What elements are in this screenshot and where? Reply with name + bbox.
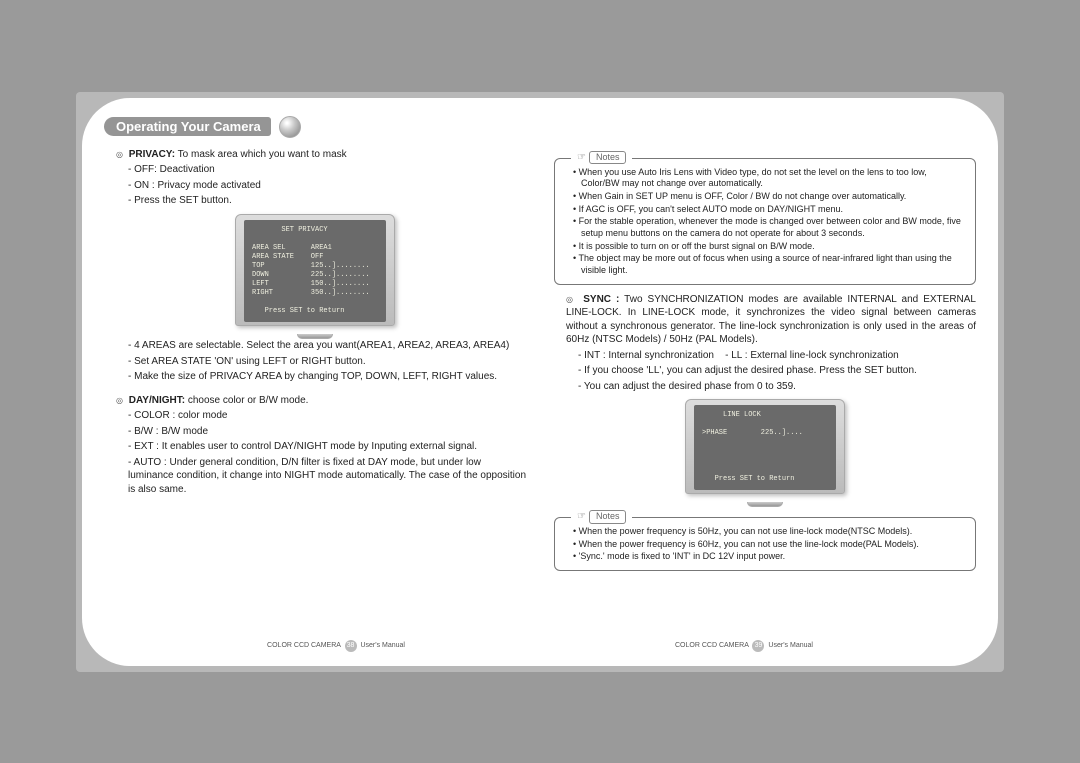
pointing-hand-icon: ☞: [577, 510, 586, 523]
footer-left-a: COLOR CCD CAMERA: [267, 642, 341, 649]
sync-l2: - If you choose 'LL', you can adjust the…: [554, 364, 976, 378]
notes-label-1: Notes: [589, 151, 627, 165]
sphere-icon: [279, 116, 301, 138]
sync-rest: Two SYNCHRONIZATION modes are available …: [566, 294, 976, 346]
notes-tab-2: ☞ Notes: [571, 510, 632, 524]
right-column: ☞ Notes When you use Auto Iris Lens with…: [554, 148, 976, 640]
daynight-l3: - EXT : It enables user to control DAY/N…: [104, 440, 526, 454]
manual-page: Operating Your Camera PRIVACY: To mask a…: [82, 98, 998, 666]
note1-6: The object may be more out of focus when…: [573, 253, 965, 276]
privacy-heading: PRIVACY: To mask area which you want to …: [104, 148, 526, 162]
notes-box-2: ☞ Notes When the power frequency is 50Hz…: [554, 517, 976, 571]
sync-l1a: - INT : Internal synchronization: [578, 350, 714, 361]
privacy-l6: - Make the size of PRIVACY AREA by chang…: [104, 370, 526, 384]
privacy-label: PRIVACY:: [129, 149, 175, 160]
privacy-l3: - Press the SET button.: [104, 194, 526, 208]
pointing-hand-icon: ☞: [577, 151, 586, 164]
footer-right-b: User's Manual: [768, 642, 813, 649]
daynight-label: DAY/NIGHT:: [129, 395, 185, 406]
notes-tab-1: ☞ Notes: [571, 151, 632, 165]
page-number-right: 39: [752, 640, 764, 652]
sync-l3: - You can adjust the desired phase from …: [554, 380, 976, 394]
privacy-rest: To mask area which you want to mask: [175, 149, 347, 160]
privacy-l2: - ON : Privacy mode activated: [104, 179, 526, 193]
footer-right-a: COLOR CCD CAMERA: [675, 642, 749, 649]
page-footer: COLOR CCD CAMERA 38 User's Manual COLOR …: [104, 640, 976, 656]
daynight-l1: - COLOR : color mode: [104, 409, 526, 423]
daynight-rest: choose color or B/W mode.: [185, 395, 308, 406]
footer-left-b: User's Manual: [360, 642, 405, 649]
privacy-l4: - 4 AREAS are selectable. Select the are…: [104, 339, 526, 353]
note1-5: It is possible to turn on or off the bur…: [573, 241, 965, 253]
notes-box-1: ☞ Notes When you use Auto Iris Lens with…: [554, 158, 976, 285]
footer-right: COLOR CCD CAMERA 39 User's Manual: [675, 640, 813, 652]
sync-heading: SYNC : Two SYNCHRONIZATION modes are ava…: [554, 293, 976, 347]
note1-1: When you use Auto Iris Lens with Video t…: [573, 167, 965, 190]
note1-3: If AGC is OFF, you can't select AUTO mod…: [573, 204, 965, 216]
monitor-linelock: LINE LOCK >PHASE 225..].... Press SET to…: [554, 399, 976, 507]
note2-1: When the power frequency is 50Hz, you ca…: [573, 526, 965, 538]
linelock-screen: LINE LOCK >PHASE 225..].... Press SET to…: [694, 405, 836, 490]
privacy-l1: - OFF: Deactivation: [104, 163, 526, 177]
section-title: Operating Your Camera: [104, 117, 271, 136]
note2-2: When the power frequency is 60Hz, you ca…: [573, 539, 965, 551]
outer-frame: Operating Your Camera PRIVACY: To mask a…: [76, 92, 1004, 672]
note1-4: For the stable operation, whenever the m…: [573, 216, 965, 239]
notes-label-2: Notes: [589, 510, 627, 524]
left-column: PRIVACY: To mask area which you want to …: [104, 148, 526, 640]
sync-l1: - INT : Internal synchronization - LL : …: [554, 349, 976, 363]
page-header: Operating Your Camera: [104, 116, 976, 138]
daynight-l2: - B/W : B/W mode: [104, 425, 526, 439]
note1-2: When Gain in SET UP menu is OFF, Color /…: [573, 191, 965, 203]
monitor-privacy: SET PRIVACY AREA SEL AREA1 AREA STATE OF…: [104, 214, 526, 340]
privacy-screen: SET PRIVACY AREA SEL AREA1 AREA STATE OF…: [244, 220, 386, 323]
daynight-heading: DAY/NIGHT: choose color or B/W mode.: [104, 394, 526, 408]
note2-3: 'Sync.' mode is fixed to 'INT' in DC 12V…: [573, 551, 965, 563]
sync-l1b: - LL : External line-lock synchronizatio…: [725, 350, 899, 361]
page-number-left: 38: [345, 640, 357, 652]
daynight-l4: - AUTO : Under general condition, D/N fi…: [104, 456, 526, 497]
two-columns: PRIVACY: To mask area which you want to …: [104, 148, 976, 640]
sync-label: SYNC :: [583, 294, 619, 305]
privacy-l5: - Set AREA STATE 'ON' using LEFT or RIGH…: [104, 355, 526, 369]
footer-left: COLOR CCD CAMERA 38 User's Manual: [267, 640, 405, 652]
